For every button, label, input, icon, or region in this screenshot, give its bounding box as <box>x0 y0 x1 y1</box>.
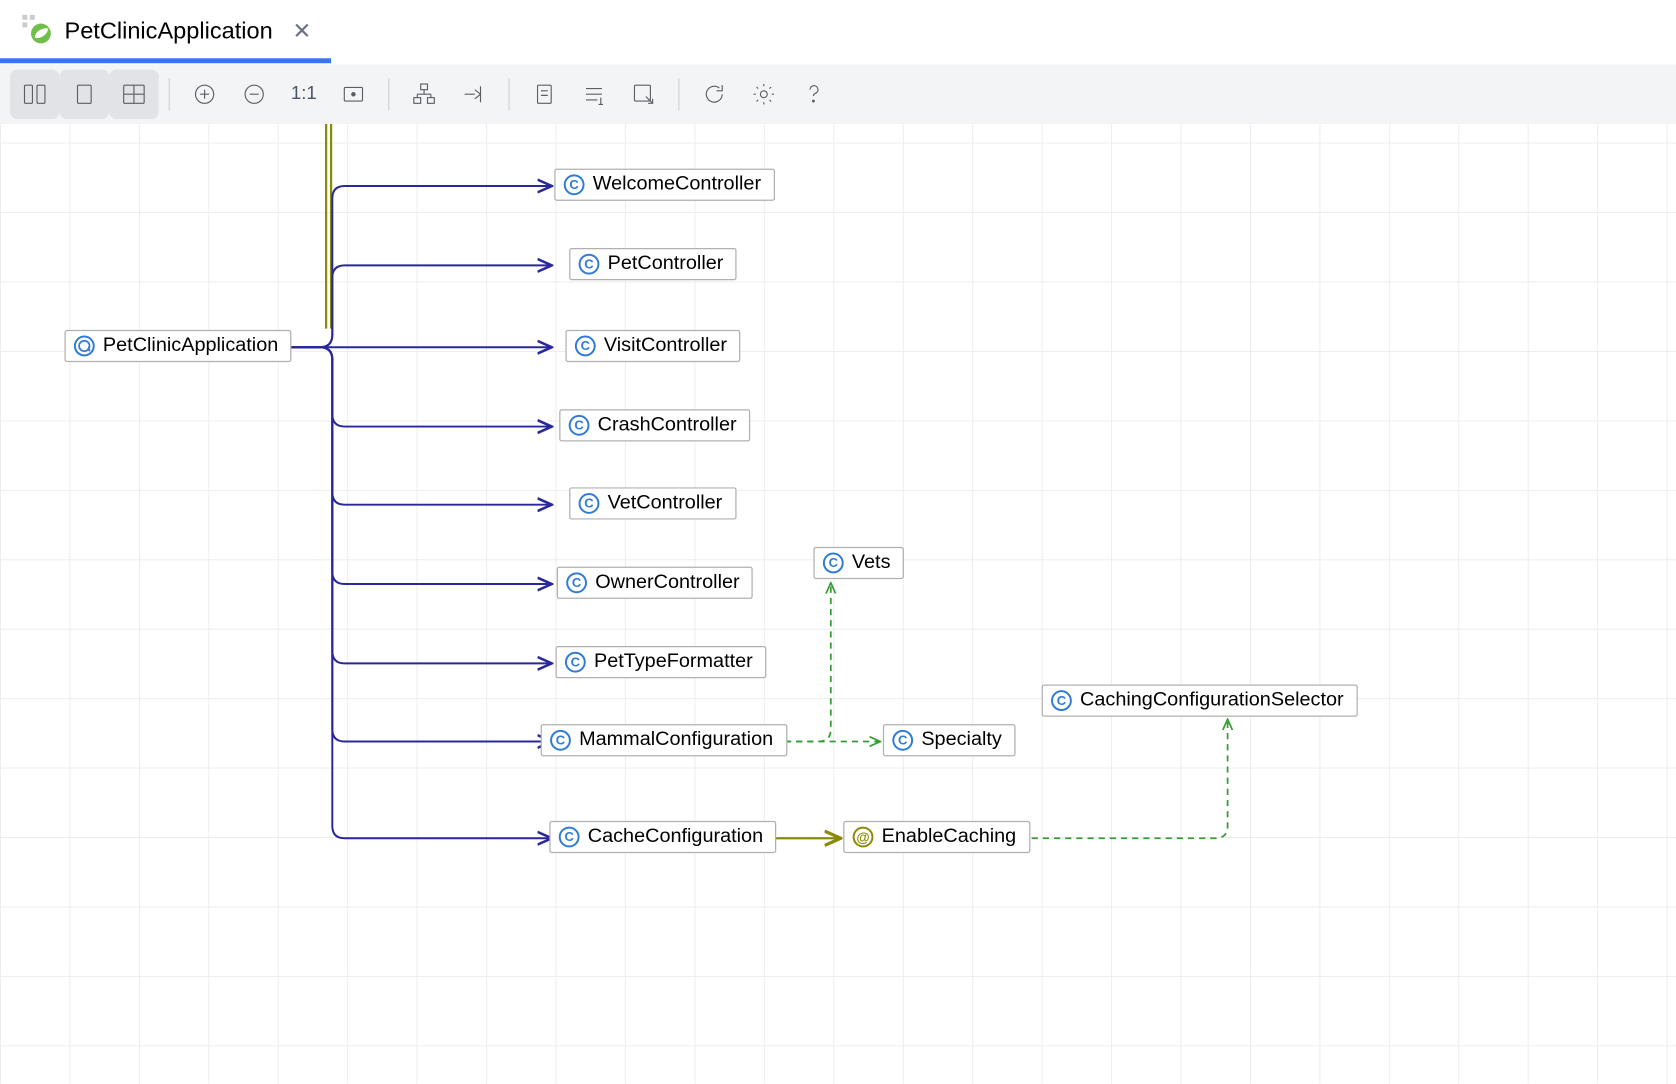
zoom-out-button[interactable] <box>229 69 279 119</box>
route-edges-button[interactable] <box>449 69 499 119</box>
editor-tabbar: PetClinicApplication ✕ <box>0 0 1676 64</box>
edges-layer <box>0 124 1676 1084</box>
zoom-in-button[interactable] <box>180 69 230 119</box>
node-vets[interactable]: Vets <box>813 547 904 579</box>
node-mammal-configuration[interactable]: MammalConfiguration <box>541 724 787 756</box>
node-label: PetController <box>608 253 724 275</box>
layout-single-button[interactable] <box>60 69 110 119</box>
close-icon[interactable]: ✕ <box>293 19 312 45</box>
node-pet-type-formatter[interactable]: PetTypeFormatter <box>556 646 767 678</box>
export-button[interactable] <box>619 69 669 119</box>
zoom-ratio[interactable]: 1:1 <box>279 83 329 104</box>
diagram-toolbar: 1:1 <box>0 64 1676 124</box>
refresh-button[interactable] <box>689 69 739 119</box>
node-specialty[interactable]: Specialty <box>883 724 1016 756</box>
node-label: Vets <box>852 552 891 574</box>
node-enable-caching[interactable]: EnableCaching <box>843 821 1030 853</box>
edit-labels-button[interactable] <box>569 69 619 119</box>
node-cache-configuration[interactable]: CacheConfiguration <box>549 821 776 853</box>
node-label: OwnerController <box>595 572 739 594</box>
node-label: WelcomeController <box>593 174 761 196</box>
help-button[interactable] <box>789 69 839 119</box>
separator <box>169 78 170 110</box>
node-label: VetController <box>608 492 723 514</box>
node-label: CachingConfigurationSelector <box>1080 689 1344 711</box>
layout-grid-button[interactable] <box>109 69 159 119</box>
node-label: PetTypeFormatter <box>594 651 753 673</box>
node-label: VisitController <box>604 335 727 357</box>
node-pet-controller[interactable]: PetController <box>569 248 737 280</box>
tree-layout-button[interactable] <box>399 69 449 119</box>
node-label: CacheConfiguration <box>588 826 763 848</box>
separator <box>388 78 389 110</box>
fit-screen-button[interactable] <box>329 69 379 119</box>
node-label: CrashController <box>598 414 737 436</box>
node-crash-controller[interactable]: CrashController <box>559 409 750 441</box>
layout-columns-button[interactable] <box>10 69 60 119</box>
node-owner-controller[interactable]: OwnerController <box>557 567 754 599</box>
settings-button[interactable] <box>739 69 789 119</box>
node-welcome-controller[interactable]: WelcomeController <box>554 169 774 201</box>
diagram-canvas[interactable]: PetClinicApplication WelcomeController P… <box>0 124 1676 1084</box>
editor-tab[interactable]: PetClinicApplication ✕ <box>0 0 331 63</box>
separator <box>508 78 509 110</box>
node-caching-configuration-selector[interactable]: CachingConfigurationSelector <box>1042 684 1358 716</box>
node-vet-controller[interactable]: VetController <box>569 487 736 519</box>
separator <box>678 78 679 110</box>
node-root[interactable]: PetClinicApplication <box>64 330 291 362</box>
node-label: MammalConfiguration <box>579 729 773 751</box>
node-label: PetClinicApplication <box>103 335 278 357</box>
tab-title: PetClinicApplication <box>64 18 272 45</box>
node-visit-controller[interactable]: VisitController <box>565 330 740 362</box>
node-label: EnableCaching <box>882 826 1017 848</box>
spring-flask-icon <box>20 12 52 52</box>
show-doc-button[interactable] <box>520 69 570 119</box>
node-label: Specialty <box>921 729 1002 751</box>
